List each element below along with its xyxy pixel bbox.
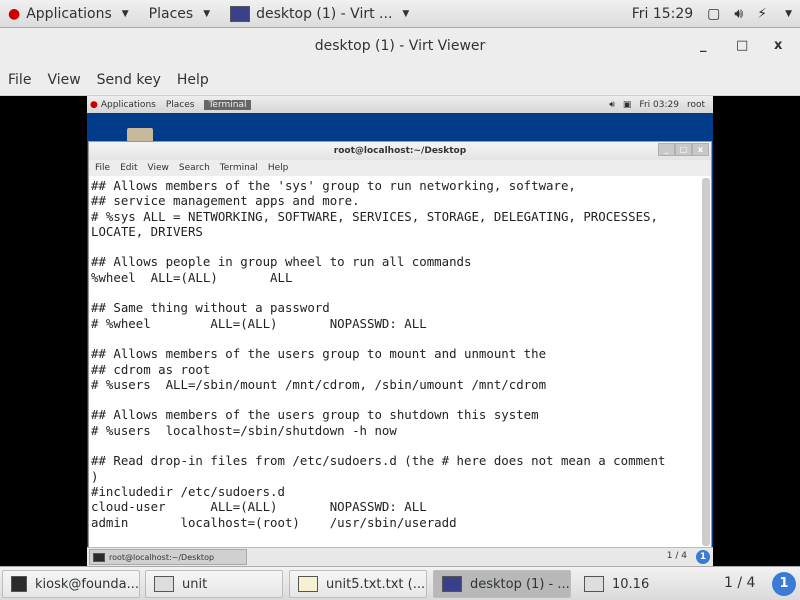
terminal-line: %wheel ALL=(ALL) ALL [91,269,293,285]
terminal-line: ## cdrom as root [91,361,211,377]
menu-view[interactable]: View [39,72,88,88]
places-menu[interactable]: Places ▼ [149,6,210,22]
term-menu-view[interactable]: View [148,163,169,173]
terminal-line: ## Read drop-in files from /etc/sudoers.… [91,453,666,469]
terminal-line: ## Allows people in group wheel to run a… [91,254,472,270]
term-minimize[interactable]: _ [658,143,675,156]
terminal-line: # %sys ALL = NETWORKING, SOFTWARE, SERVI… [91,208,658,224]
terminal-line: ## Allows members of the users group to … [91,346,547,362]
vm-terminal[interactable]: Terminal [204,99,251,110]
terminal-line: cloud-user ALL=(ALL) NOPASSWD: ALL [91,499,427,515]
vm-places[interactable]: Places [166,100,195,110]
terminal-line: ## Same thing without a password [91,300,330,316]
menu-help[interactable]: Help [169,72,217,88]
menu-bar: File View Send key Help [0,72,217,88]
terminal-line: ## Allows members of the 'sys' group to … [91,178,576,193]
vm-task-terminal[interactable]: root@localhost:~/Desktop [89,549,247,565]
terminal-icon [11,576,27,592]
applications-menu[interactable]: ● Applications ▼ [8,6,129,22]
vm-volume-icon[interactable]: 🔊︎ [609,100,615,110]
terminal-menu: File Edit View Search Terminal Help [89,160,711,176]
monitor-icon [230,5,251,22]
vm-notification-badge[interactable]: 1 [696,550,710,564]
task-unit5-editor[interactable]: unit5.txt.txt (... [289,570,427,598]
term-menu-help[interactable]: Help [268,163,289,173]
file-cabinet-icon [584,576,604,592]
terminal-title: root@localhost:~/Desktop [333,146,467,156]
vm-taskbar: root@localhost:~/Desktop 1 / 4 1 [87,547,713,566]
task-kiosk-terminal[interactable]: kiosk@founda... [2,570,140,598]
text-editor-icon [298,576,318,592]
vm-clock[interactable]: Fri 03:29 [639,100,679,110]
term-close[interactable]: x [692,143,709,156]
screen-icon[interactable]: ▢ [707,6,720,22]
term-maximize[interactable]: □ [675,143,692,156]
term-menu-edit[interactable]: Edit [120,163,137,173]
menu-file[interactable]: File [0,72,39,88]
terminal-line: ## Allows members of the users group to … [91,407,539,423]
terminal-output[interactable]: ## Allows members of the 'sys' group to … [91,178,701,548]
terminal-line: # %wheel ALL=(ALL) NOPASSWD: ALL [91,315,427,331]
vm-top-bar: ● Applications Places Terminal 🔊︎ ▣ Fri 03… [87,96,713,113]
host-top-bar: ● Applications ▼ Places ▼ desktop (1) - Vir… [0,0,800,28]
task-virt-viewer[interactable]: desktop (1) - ... [433,570,571,598]
folder-icon[interactable] [127,128,153,142]
vm-applications[interactable]: Applications [101,100,156,110]
terminal-line: ## service management apps and more. [91,193,360,209]
vm-display[interactable]: ● Applications Places Terminal 🔊︎ ▣ Fri 03… [87,96,713,566]
terminal-line: # %users ALL=/sbin/mount /mnt/cdrom, /sb… [91,376,547,392]
term-menu-search[interactable]: Search [179,163,210,173]
term-menu-terminal[interactable]: Terminal [220,163,258,173]
window-title: desktop (1) - Virt Viewer [314,38,486,54]
file-cabinet-icon [154,576,174,592]
redhat-icon: ● [90,99,98,110]
task-10-16-folder[interactable]: 10.16 [576,570,714,598]
system-menu-arrow[interactable]: ▼ [785,9,792,19]
terminal-line: ) [91,468,99,484]
notification-badge[interactable]: 1 [772,572,796,596]
battery-icon[interactable]: ⚡ [757,6,767,22]
volume-icon[interactable]: 🔊︎ [734,6,743,22]
menu-send-key[interactable]: Send key [89,72,169,88]
redhat-icon: ● [8,5,21,22]
terminal-line: LOCATE, DRIVERS [91,223,203,239]
virt-viewer-window: desktop (1) - Virt Viewer _ □ x File Vie… [0,28,800,96]
workspace-indicator[interactable]: 1 / 4 [724,575,755,591]
host-taskbar: kiosk@founda... unit unit5.txt.txt (... … [0,566,800,600]
clock[interactable]: Fri 15:29 [632,6,693,22]
terminal-line: admin localhost=(root) /usr/sbin/useradd [91,514,457,530]
monitor-icon [442,576,462,592]
terminal-scrollbar[interactable] [702,178,710,546]
vm-network-icon[interactable]: ▣ [623,100,632,110]
terminal-window: root@localhost:~/Desktop _ □ x File Edit V… [88,141,712,566]
maximize-button[interactable]: □ [736,38,748,53]
vm-workspace-indicator[interactable]: 1 / 4 [667,551,687,561]
minimize-button[interactable]: _ [700,38,707,53]
close-button[interactable]: x [774,38,782,53]
task-unit-folder[interactable]: unit [145,570,283,598]
vm-user[interactable]: root [687,100,705,110]
terminal-line: # %users localhost=/sbin/shutdown -h now [91,422,397,438]
term-menu-file[interactable]: File [95,163,110,173]
terminal-icon [93,552,105,562]
window-menu[interactable]: desktop (1) - Virt ... ▼ [230,5,409,22]
terminal-line: #includedir /etc/sudoers.d [91,483,285,499]
